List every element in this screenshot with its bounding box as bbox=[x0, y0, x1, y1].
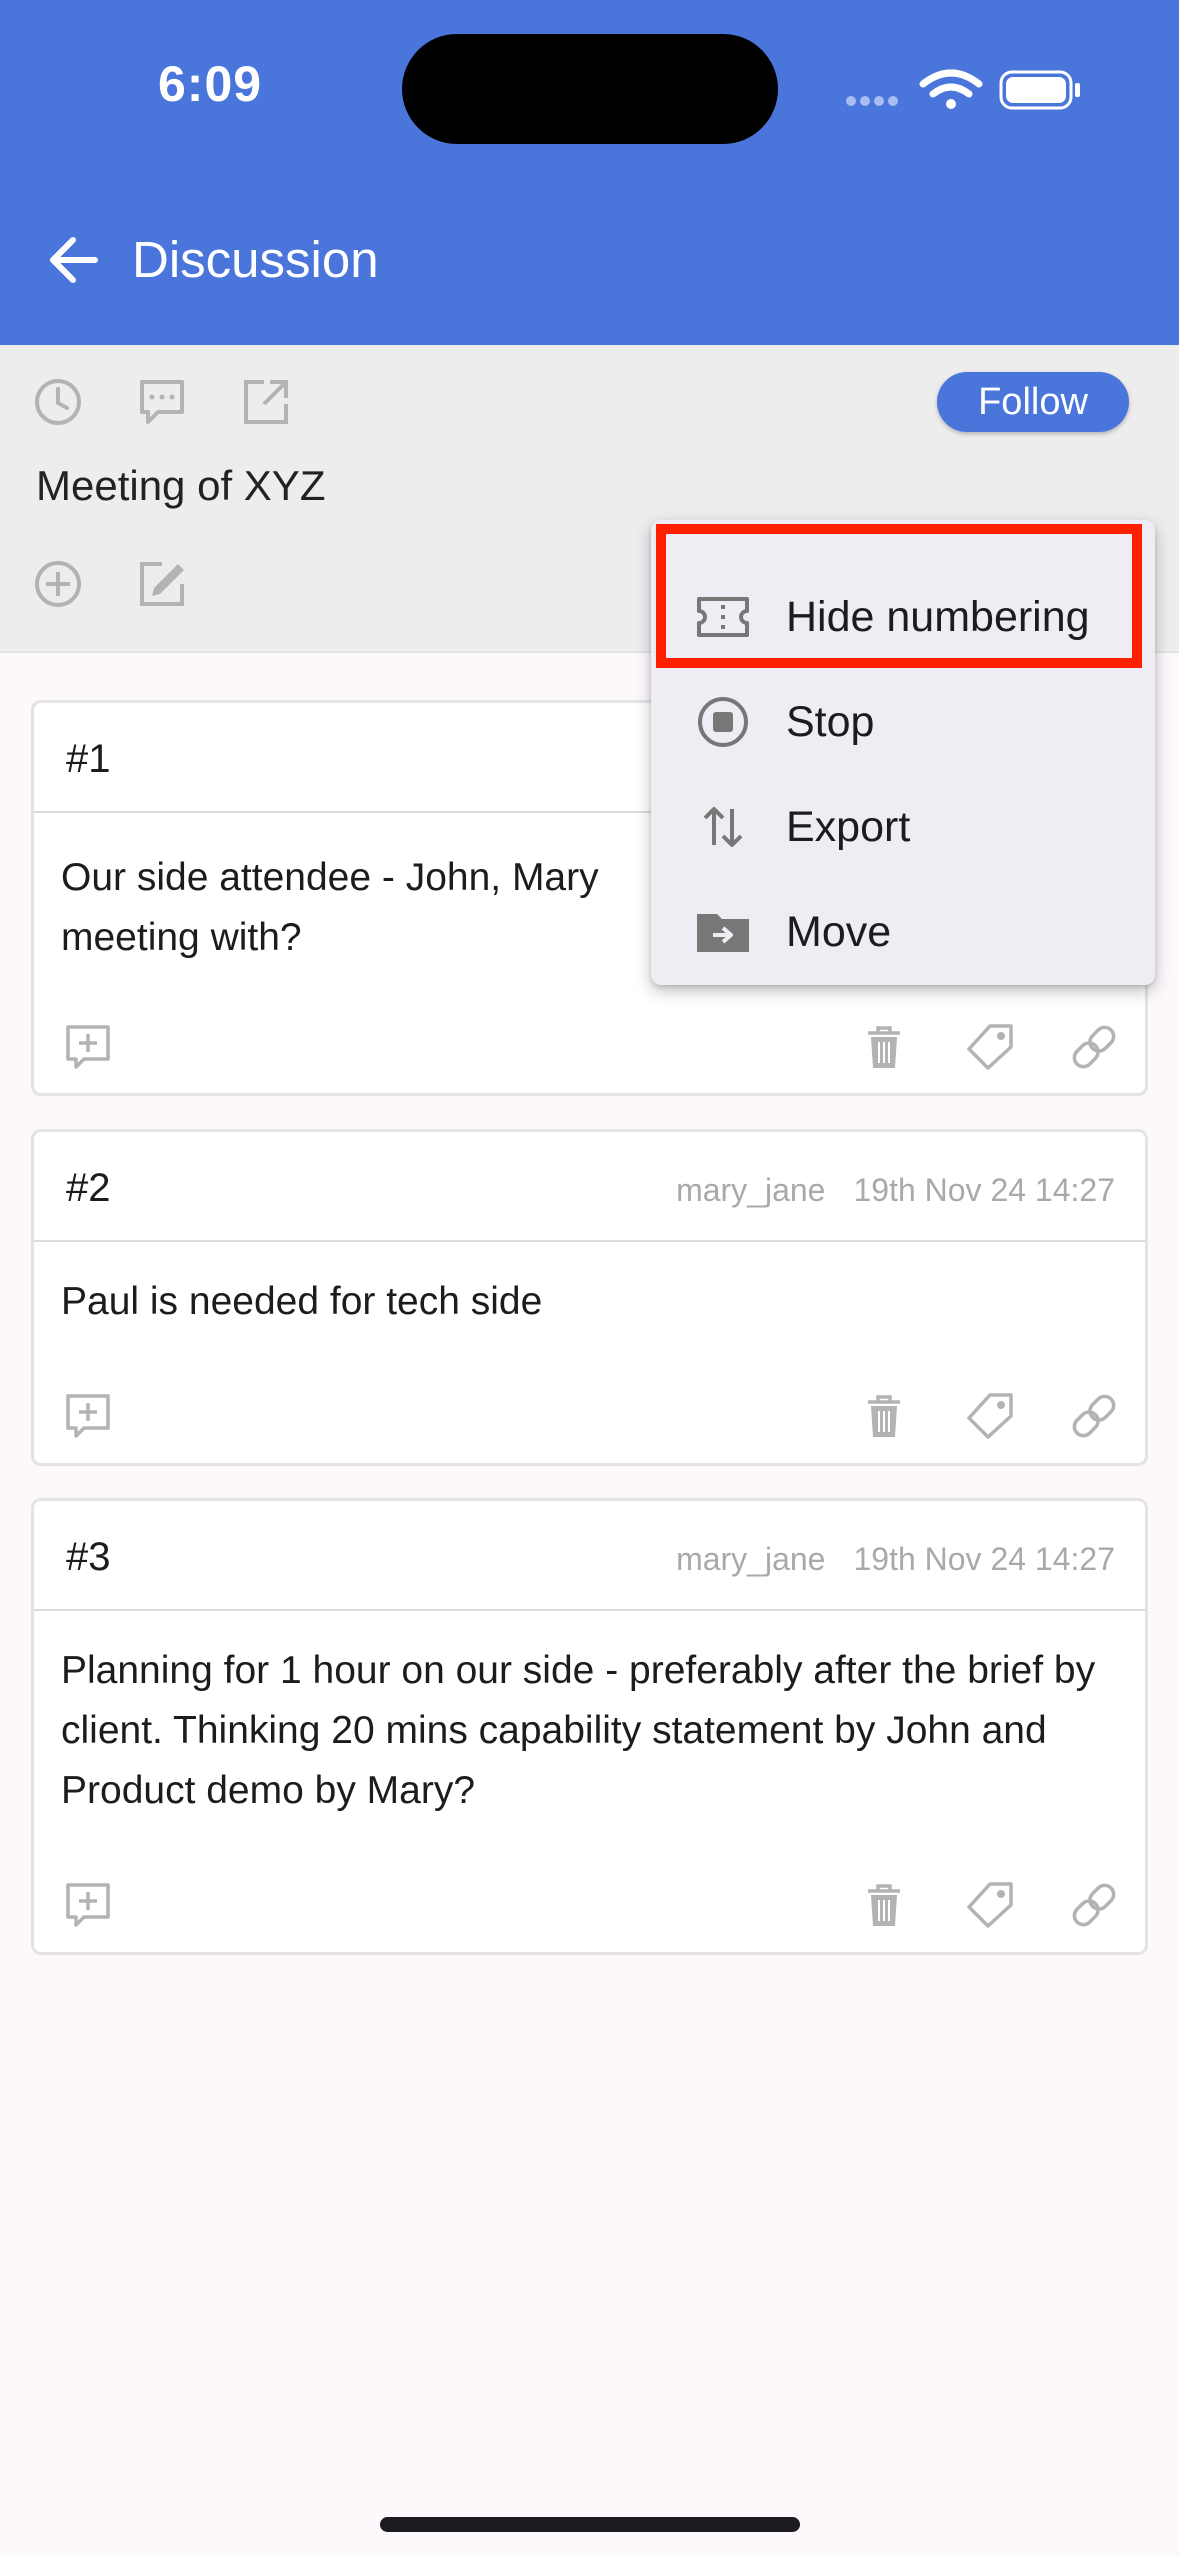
post-timestamp: 19th Nov 24 14:27 bbox=[853, 1541, 1115, 1577]
follow-button[interactable]: Follow bbox=[937, 372, 1129, 432]
post-header: #2 mary_jane 19th Nov 24 14:27 bbox=[34, 1132, 1145, 1242]
menu-item-label: Export bbox=[786, 803, 911, 851]
battery-icon bbox=[999, 70, 1080, 110]
post-author: mary_jane bbox=[676, 1172, 826, 1208]
topic-title: Meeting of XYZ bbox=[36, 462, 326, 509]
page-title: Discussion bbox=[132, 231, 379, 288]
cellular-icon bbox=[846, 96, 898, 106]
post-number: #3 bbox=[66, 1535, 111, 1579]
move-folder-icon bbox=[697, 914, 749, 952]
edit-icon[interactable] bbox=[134, 556, 190, 612]
status-time: 6:09 bbox=[158, 56, 263, 112]
stop-circle-icon bbox=[698, 697, 748, 747]
post-number: #1 bbox=[66, 737, 111, 781]
home-indicator bbox=[380, 2517, 800, 2532]
post-body: Planning for 1 hour on our side - prefer… bbox=[61, 1649, 1096, 1812]
menu-item-stop[interactable]: Stop bbox=[651, 668, 1155, 772]
open-external-icon[interactable] bbox=[238, 374, 294, 430]
post-card: #3 mary_jane 19th Nov 24 14:27 Planning f… bbox=[31, 1498, 1148, 1955]
add-circle-icon[interactable] bbox=[30, 556, 86, 612]
post-meta: mary_jane 19th Nov 24 14:27 bbox=[676, 1541, 1115, 1578]
reply-icon[interactable] bbox=[62, 1879, 114, 1931]
link-icon[interactable] bbox=[1068, 1390, 1120, 1442]
link-icon[interactable] bbox=[1068, 1879, 1120, 1931]
tag-icon[interactable] bbox=[964, 1879, 1016, 1931]
back-arrow-icon[interactable] bbox=[40, 225, 110, 295]
menu-item-label: Stop bbox=[786, 698, 875, 746]
post-author: mary_jane bbox=[676, 1541, 826, 1577]
post-card: #2 mary_jane 19th Nov 24 14:27 Paul is ne… bbox=[31, 1129, 1148, 1466]
delete-icon[interactable] bbox=[858, 1879, 910, 1931]
reply-icon[interactable] bbox=[62, 1021, 114, 1073]
post-header: #3 mary_jane 19th Nov 24 14:27 bbox=[34, 1501, 1145, 1611]
reply-icon[interactable] bbox=[62, 1390, 114, 1442]
post-number: #2 bbox=[66, 1166, 111, 1210]
post-timestamp: 19th Nov 24 14:27 bbox=[853, 1172, 1115, 1208]
link-icon[interactable] bbox=[1068, 1021, 1120, 1073]
tag-icon[interactable] bbox=[964, 1021, 1016, 1073]
dynamic-island bbox=[402, 34, 778, 144]
menu-item-label: Move bbox=[786, 908, 892, 956]
post-meta: mary_jane 19th Nov 24 14:27 bbox=[676, 1172, 1115, 1209]
menu-item-export[interactable]: Export bbox=[651, 773, 1155, 877]
tag-icon[interactable] bbox=[964, 1390, 1016, 1442]
delete-icon[interactable] bbox=[858, 1390, 910, 1442]
wifi-icon bbox=[919, 69, 983, 109]
import-export-icon bbox=[703, 807, 743, 847]
status-icons bbox=[846, 69, 1080, 110]
post-body: Paul is needed for tech side bbox=[61, 1280, 543, 1323]
highlight-box bbox=[656, 524, 1142, 668]
comment-icon[interactable] bbox=[134, 374, 190, 430]
delete-icon[interactable] bbox=[858, 1021, 910, 1073]
menu-item-move[interactable]: Move bbox=[651, 878, 1155, 982]
clock-icon[interactable] bbox=[30, 374, 86, 430]
